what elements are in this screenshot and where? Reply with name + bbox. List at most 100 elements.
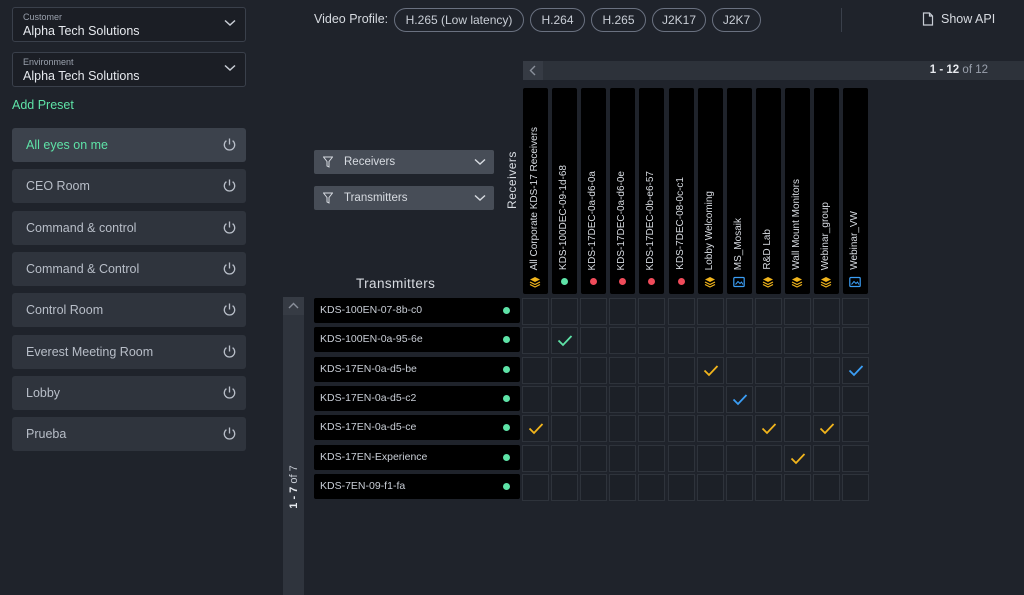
- matrix-cell[interactable]: [522, 473, 549, 501]
- matrix-cell[interactable]: [667, 327, 695, 355]
- matrix-cell[interactable]: [609, 415, 637, 443]
- matrix-cell[interactable]: [842, 298, 870, 325]
- matrix-cell[interactable]: [783, 356, 811, 384]
- matrix-cell[interactable]: [842, 473, 870, 501]
- receiver-column-header[interactable]: KDS-17DEC-0a-d6-0e: [610, 88, 636, 294]
- matrix-cell[interactable]: [580, 444, 608, 472]
- matrix-cell[interactable]: [522, 327, 549, 355]
- matrix-cell[interactable]: [696, 473, 724, 501]
- receivers-filter[interactable]: Receivers: [314, 150, 494, 174]
- matrix-cell[interactable]: [609, 473, 637, 501]
- matrix-cell[interactable]: [667, 356, 695, 384]
- matrix-cell[interactable]: [813, 298, 840, 325]
- matrix-cell[interactable]: [638, 473, 666, 501]
- transmitter-row[interactable]: KDS-17EN-0a-d5-c2: [314, 385, 520, 411]
- matrix-cell[interactable]: [609, 385, 637, 413]
- transmitter-row[interactable]: KDS-100EN-0a-95-6e: [314, 327, 520, 353]
- matrix-cell[interactable]: [551, 473, 579, 501]
- receiver-column-header[interactable]: MS_Mosaik: [726, 88, 752, 294]
- matrix-cell[interactable]: [522, 356, 549, 384]
- transmitter-scrollbar[interactable]: 1 - 7 of 7: [283, 297, 304, 595]
- power-icon[interactable]: [222, 385, 237, 400]
- add-preset-link[interactable]: Add Preset: [12, 98, 74, 112]
- receiver-column-header[interactable]: Webinar_group: [814, 88, 839, 294]
- matrix-cell[interactable]: [725, 415, 753, 443]
- matrix-cell[interactable]: [813, 473, 840, 501]
- matrix-cell[interactable]: [667, 415, 695, 443]
- preset-item[interactable]: Lobby: [12, 375, 246, 410]
- preset-item[interactable]: Control Room: [12, 293, 246, 328]
- preset-item[interactable]: CEO Room: [12, 169, 246, 204]
- receiver-column-header[interactable]: All Corporate KDS-17 Receivers: [523, 88, 548, 294]
- matrix-cell[interactable]: [813, 385, 840, 413]
- matrix-cell[interactable]: [783, 327, 811, 355]
- matrix-cell[interactable]: [754, 356, 782, 384]
- matrix-cell[interactable]: [638, 444, 666, 472]
- matrix-cell[interactable]: [551, 327, 579, 355]
- matrix-cell[interactable]: [696, 298, 724, 325]
- matrix-cell[interactable]: [638, 356, 666, 384]
- matrix-cell[interactable]: [754, 298, 782, 325]
- matrix-cell[interactable]: [609, 356, 637, 384]
- power-icon[interactable]: [222, 220, 237, 235]
- transmitter-row[interactable]: KDS-7EN-09-f1-fa: [314, 473, 520, 499]
- matrix-cell[interactable]: [696, 356, 724, 384]
- profile-j2k7-button[interactable]: J2K7: [712, 8, 761, 32]
- matrix-cell[interactable]: [783, 415, 811, 443]
- receiver-column-header[interactable]: Lobby Welcoming: [697, 88, 723, 294]
- profile-h264-button[interactable]: H.264: [530, 8, 585, 32]
- matrix-cell[interactable]: [754, 415, 782, 443]
- matrix-cell[interactable]: [696, 444, 724, 472]
- matrix-cell[interactable]: [696, 415, 724, 443]
- customer-select[interactable]: Customer Alpha Tech Solutions: [12, 7, 246, 42]
- matrix-cell[interactable]: [783, 444, 811, 472]
- matrix-cell[interactable]: [551, 385, 579, 413]
- preset-item[interactable]: Prueba: [12, 417, 246, 452]
- previous-page-button[interactable]: [523, 61, 543, 80]
- preset-item[interactable]: Command & Control: [12, 251, 246, 286]
- receiver-column-header[interactable]: KDS-17DEC-0a-d6-0a: [581, 88, 607, 294]
- transmitter-row[interactable]: KDS-17EN-0a-d5-ce: [314, 415, 520, 441]
- matrix-cell[interactable]: [813, 327, 840, 355]
- matrix-cell[interactable]: [783, 298, 811, 325]
- environment-select[interactable]: Environment Alpha Tech Solutions: [12, 52, 246, 87]
- matrix-cell[interactable]: [667, 298, 695, 325]
- matrix-cell[interactable]: [580, 473, 608, 501]
- matrix-cell[interactable]: [842, 327, 870, 355]
- matrix-cell[interactable]: [609, 298, 637, 325]
- scroll-up-button[interactable]: [283, 297, 304, 315]
- power-icon[interactable]: [222, 302, 237, 317]
- transmitter-row[interactable]: KDS-17EN-Experience: [314, 444, 520, 470]
- matrix-cell[interactable]: [522, 298, 549, 325]
- matrix-cell[interactable]: [638, 415, 666, 443]
- matrix-cell[interactable]: [609, 327, 637, 355]
- matrix-cell[interactable]: [754, 385, 782, 413]
- power-icon[interactable]: [222, 178, 237, 193]
- matrix-cell[interactable]: [813, 356, 840, 384]
- matrix-cell[interactable]: [667, 444, 695, 472]
- transmitters-filter[interactable]: Transmitters: [314, 186, 494, 210]
- matrix-cell[interactable]: [609, 444, 637, 472]
- matrix-cell[interactable]: [696, 385, 724, 413]
- matrix-cell[interactable]: [522, 385, 549, 413]
- matrix-cell[interactable]: [696, 327, 724, 355]
- matrix-cell[interactable]: [580, 356, 608, 384]
- power-icon[interactable]: [222, 137, 237, 152]
- matrix-cell[interactable]: [638, 298, 666, 325]
- matrix-cell[interactable]: [783, 385, 811, 413]
- matrix-cell[interactable]: [783, 473, 811, 501]
- matrix-cell[interactable]: [842, 444, 870, 472]
- matrix-cell[interactable]: [580, 298, 608, 325]
- receiver-column-header[interactable]: Wall Mount Monitors: [784, 88, 810, 294]
- matrix-cell[interactable]: [638, 327, 666, 355]
- transmitter-row[interactable]: KDS-17EN-0a-d5-be: [314, 356, 520, 382]
- matrix-cell[interactable]: [754, 327, 782, 355]
- matrix-cell[interactable]: [842, 385, 870, 413]
- matrix-cell[interactable]: [667, 385, 695, 413]
- matrix-cell[interactable]: [667, 473, 695, 501]
- matrix-cell[interactable]: [754, 473, 782, 501]
- transmitter-row[interactable]: KDS-100EN-07-8b-c0: [314, 298, 520, 323]
- profile-h265-low-latency-button[interactable]: H.265 (Low latency): [394, 8, 524, 32]
- matrix-cell[interactable]: [842, 356, 870, 384]
- matrix-cell[interactable]: [580, 327, 608, 355]
